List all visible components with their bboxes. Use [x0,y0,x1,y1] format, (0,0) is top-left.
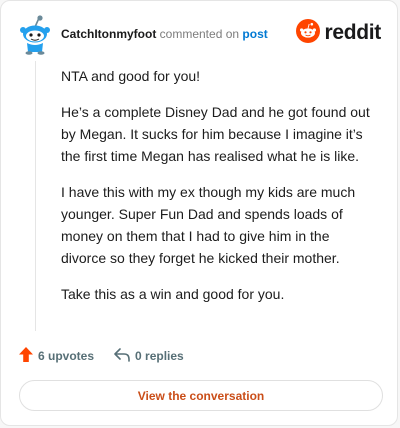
comment-body: NTA and good for you! He’s a complete Di… [61,65,371,319]
comment-paragraph: Take this as a win and good for you. [61,286,285,302]
action-text: commented on [159,27,240,41]
embedded-comment-card: CatchItonmyfoot commented on post reddit [0,0,398,426]
reddit-wordmark: reddit [324,21,381,44]
upvote-arrow-icon [19,347,38,365]
comment-header: CatchItonmyfoot commented on post reddit [17,15,381,55]
comment-paragraph: I have this with my ex though my kids ar… [61,184,356,266]
comment-paragraph: NTA and good for you! [61,68,201,84]
upvote-button[interactable]: 6 upvotes [19,347,94,365]
snoo-avatar-icon[interactable] [17,15,53,55]
comment-footer: 6 upvotes 0 replies [19,346,204,366]
thread-line [35,61,36,331]
reddit-logo-icon [296,18,321,48]
reddit-logo[interactable]: reddit [296,18,381,48]
upvote-count: 6 upvotes [38,349,95,363]
comment-paragraph: He’s a complete Disney Dad and he got fo… [61,104,370,164]
post-link[interactable]: post [242,27,267,41]
reply-count: 0 replies [135,349,184,363]
comment-byline: CatchItonmyfoot commented on post [61,27,268,41]
username-link[interactable]: CatchItonmyfoot [61,27,156,41]
view-conversation-button[interactable]: View the conversation [19,380,383,411]
reply-button[interactable]: 0 replies [114,347,184,365]
reply-arrow-icon [114,347,135,365]
